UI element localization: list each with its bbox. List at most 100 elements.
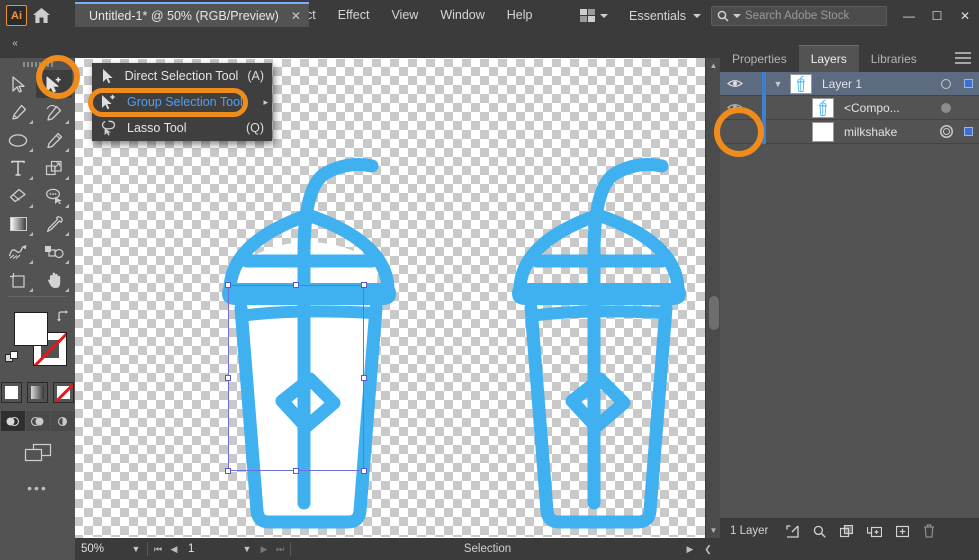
target-indicator[interactable] [935, 102, 957, 113]
arrange-documents-button[interactable] [572, 0, 616, 31]
visibility-toggle-icon[interactable] [720, 78, 750, 89]
selection-handle[interactable] [361, 375, 367, 381]
submenu-arrow-icon: ▸ [263, 96, 268, 107]
flyout-lasso-tool[interactable]: Lasso Tool (Q) [92, 115, 272, 141]
home-icon[interactable] [27, 0, 55, 31]
canvas-vertical-scrollbar[interactable]: ▲ ▼ [705, 58, 720, 538]
eraser-tool[interactable] [0, 182, 36, 210]
selection-indicator[interactable] [957, 79, 979, 88]
status-resize-icon[interactable]: ❮ [700, 538, 716, 560]
symbol-sprayer-tool[interactable] [36, 238, 72, 266]
gradient-tool[interactable] [0, 210, 36, 238]
target-indicator[interactable] [935, 128, 957, 135]
layer-name[interactable]: <Compo... [834, 101, 935, 115]
gradient-swatch-button[interactable] [27, 382, 48, 403]
selection-handle[interactable] [225, 468, 231, 474]
maximize-button[interactable]: ☐ [923, 0, 951, 31]
color-swatch-button[interactable] [1, 382, 22, 403]
scrollbar-thumb[interactable] [709, 296, 719, 330]
workspace-switcher[interactable]: Essentials [619, 9, 711, 23]
menu-window[interactable]: Window [429, 0, 495, 31]
selection-tool[interactable] [0, 70, 36, 98]
tab-properties[interactable]: Properties [720, 45, 799, 72]
direct-selection-tool[interactable] [36, 70, 72, 98]
tab-libraries[interactable]: Libraries [858, 45, 929, 72]
menu-help[interactable]: Help [496, 0, 544, 31]
selection-indicator[interactable] [957, 127, 979, 136]
flyout-direct-selection-tool[interactable]: Direct Selection Tool (A) [92, 63, 272, 89]
layer-name[interactable]: Layer 1 [812, 77, 935, 91]
artboard-dropdown-icon[interactable]: ▼ [238, 544, 256, 554]
shape-builder-tool[interactable] [36, 182, 72, 210]
selection-handle[interactable] [225, 282, 231, 288]
close-icon[interactable]: ✕ [291, 9, 301, 23]
search-icon[interactable] [813, 525, 827, 538]
layer-row-milkshake[interactable]: milkshake [720, 119, 979, 144]
create-new-layer-icon[interactable] [896, 525, 910, 538]
next-artboard-button[interactable]: ▶ [256, 538, 272, 560]
previous-artboard-button[interactable]: ◀ [166, 538, 182, 560]
selection-handle[interactable] [293, 468, 299, 474]
selection-handle[interactable] [361, 282, 367, 288]
curvature-tool[interactable] [36, 98, 72, 126]
layer-row-compound-path[interactable]: <Compo... [720, 95, 979, 120]
first-artboard-button[interactable]: ⏮ [150, 538, 166, 560]
eyedropper-tool[interactable] [36, 210, 72, 238]
selection-handle[interactable] [225, 375, 231, 381]
right-panel-drag-handle[interactable] [720, 31, 979, 45]
ellipse-tool[interactable] [0, 126, 36, 154]
status-text: Selection [463, 543, 512, 555]
visibility-toggle-icon[interactable] [720, 102, 750, 113]
close-button[interactable]: ✕ [951, 0, 979, 31]
flyout-group-selection-tool[interactable]: Group Selection Tool ▸ [92, 89, 272, 115]
collapse-panel-button[interactable]: « [0, 34, 30, 53]
delete-selection-icon[interactable] [923, 524, 935, 538]
last-artboard-button[interactable]: ⏭ [272, 538, 288, 560]
minimize-button[interactable]: — [895, 0, 923, 31]
artboard-number-field[interactable]: 1 [182, 541, 238, 557]
status-menu-icon[interactable]: ▶ [682, 538, 698, 560]
artwork-milkshake-outline[interactable] [490, 133, 705, 533]
hand-tool[interactable] [36, 266, 72, 294]
default-fill-stroke-icon[interactable] [5, 350, 19, 364]
draw-normal-button[interactable] [0, 411, 25, 431]
document-tab[interactable]: Untitled-1* @ 50% (RGB/Preview) ✕ [75, 2, 309, 27]
target-indicator[interactable] [935, 78, 957, 89]
zoom-level-field[interactable]: 50% [75, 541, 127, 557]
swap-fill-stroke-icon[interactable] [56, 310, 70, 323]
artboard-tool[interactable] [0, 266, 36, 294]
zoom-dropdown-icon[interactable]: ▼ [127, 544, 145, 554]
menu-effect[interactable]: Effect [327, 0, 381, 31]
artwork-milkshake-filled[interactable] [200, 133, 420, 533]
search-icon [717, 10, 729, 22]
panel-menu-icon[interactable] [955, 52, 971, 64]
fill-swatch[interactable] [14, 312, 48, 346]
selection-handle[interactable] [361, 468, 367, 474]
blend-tool[interactable] [0, 238, 36, 266]
tool-flyout-menu: Direct Selection Tool (A) Group Selectio… [92, 63, 272, 141]
search-adobe-stock-field[interactable]: Search Adobe Stock [711, 5, 887, 26]
pen-tool[interactable] [0, 98, 36, 126]
menu-view[interactable]: View [380, 0, 429, 31]
scroll-up-icon[interactable]: ▲ [706, 58, 721, 73]
selection-handle[interactable] [293, 282, 299, 288]
draw-inside-button[interactable] [50, 411, 75, 431]
tool-flyout-indicator [65, 204, 69, 208]
edit-toolbar-button[interactable]: ••• [0, 480, 75, 496]
toolbar-drag-handle[interactable] [0, 58, 75, 70]
none-swatch-button[interactable] [53, 382, 74, 403]
change-screen-mode-button[interactable] [0, 443, 75, 462]
create-new-sublayer-icon[interactable] [867, 525, 883, 538]
locate-object-icon[interactable] [786, 524, 800, 538]
expand-layer-icon[interactable]: ▼ [766, 79, 790, 89]
layer-name[interactable]: milkshake [834, 125, 935, 139]
draw-behind-button[interactable] [25, 411, 50, 431]
scale-tool[interactable] [36, 154, 72, 182]
scroll-down-icon[interactable]: ▼ [706, 523, 721, 538]
arrange-documents-icon [579, 9, 595, 22]
layer-row-layer-1[interactable]: ▼ Layer 1 [720, 71, 979, 96]
pencil-tool[interactable] [36, 126, 72, 154]
make-clipping-mask-icon[interactable] [840, 524, 854, 538]
tab-layers[interactable]: Layers [798, 45, 859, 72]
type-tool[interactable] [0, 154, 36, 182]
